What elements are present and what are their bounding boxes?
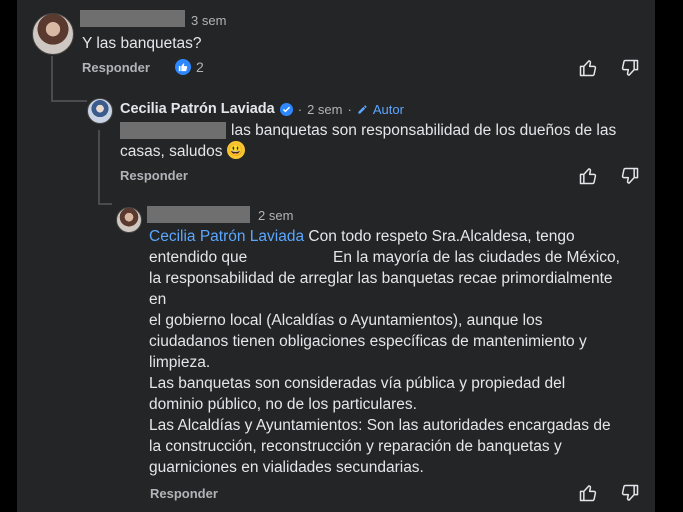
comment-line: Cecilia Patrón Laviada Con todo respeto … (149, 226, 639, 247)
thread-line (98, 203, 112, 205)
comment-line: dominio público, no de los particulares. (149, 396, 417, 413)
reply-button[interactable]: Responder (120, 168, 188, 183)
commenter-avatar[interactable] (116, 207, 142, 233)
author-avatar[interactable] (87, 98, 113, 124)
thumbs-down-icon[interactable] (620, 483, 640, 503)
comment-time[interactable]: 3 sem (191, 13, 226, 28)
thread-line (98, 130, 100, 205)
comment-text: entendido que (149, 249, 248, 266)
comment-body: Cecilia Patrón Laviada Con todo respeto … (149, 226, 639, 478)
redacted-mention (120, 122, 226, 139)
thumbs-up-icon[interactable] (578, 483, 598, 503)
thumbs-down-icon[interactable] (620, 58, 640, 78)
comment-line: limpieza. (149, 354, 211, 371)
comment-time[interactable]: 2 sem (258, 208, 293, 223)
redacted-username (147, 206, 250, 223)
thumbs-up-icon[interactable] (578, 166, 598, 186)
comment-line: Las Alcaldías y Ayuntamientos: Son las a… (149, 417, 611, 434)
comment-line: entendido que En la mayoría de las ciuda… (149, 247, 639, 268)
mention-link[interactable]: Cecilia Patrón Laviada (149, 228, 304, 245)
separator: · (297, 101, 303, 117)
comment-text: Con todo respeto Sra.Alcaldesa, tengo (308, 228, 575, 245)
comment-line: la responsabilidad de arreglar las banqu… (149, 270, 613, 287)
comment-line: ciudadanos tienen obligaciones específic… (149, 333, 587, 350)
verified-badge-icon (279, 102, 293, 116)
thread-line (51, 100, 87, 102)
author-tag: Autor (372, 101, 404, 117)
reply-button[interactable]: Responder (150, 486, 218, 501)
comment-text: En la mayoría de las ciudades de México, (333, 249, 620, 266)
redacted-username (80, 10, 185, 27)
like-reaction-icon (175, 59, 191, 75)
comment-text-line: casas, saludos 😃 (120, 141, 245, 162)
comment-line: en (149, 291, 167, 308)
comment-time[interactable]: 2 sem (307, 102, 342, 117)
thumbs-down-icon[interactable] (620, 166, 640, 186)
comment-text-end: casas, saludos (120, 143, 223, 160)
comment-line: el gobierno local (Alcaldías o Ayuntamie… (149, 312, 543, 329)
reaction-summary[interactable]: 2 (175, 59, 204, 75)
comment-text: Y las banquetas? (82, 35, 202, 52)
comment-line: la construcción, reconstrucción y repara… (149, 438, 562, 455)
comment-text-line: las banquetas son responsabilidad de los… (231, 122, 617, 139)
commenter-avatar[interactable] (32, 13, 74, 55)
thread-line (51, 56, 53, 102)
reaction-count: 2 (196, 59, 204, 75)
comment-header: Cecilia Patrón Laviada · 2 sem · Autor (120, 101, 404, 117)
smile-emoji-icon: 😃 (226, 141, 245, 159)
thumbs-up-icon[interactable] (578, 58, 598, 78)
comment-line: guarniciones en vialidades secundarias. (149, 459, 424, 476)
author-name[interactable]: Cecilia Patrón Laviada (120, 101, 275, 117)
reply-button[interactable]: Responder (82, 60, 150, 75)
comment-line: Las banquetas son consideradas vía públi… (149, 375, 566, 392)
pencil-icon (357, 104, 368, 115)
separator: · (347, 101, 352, 117)
